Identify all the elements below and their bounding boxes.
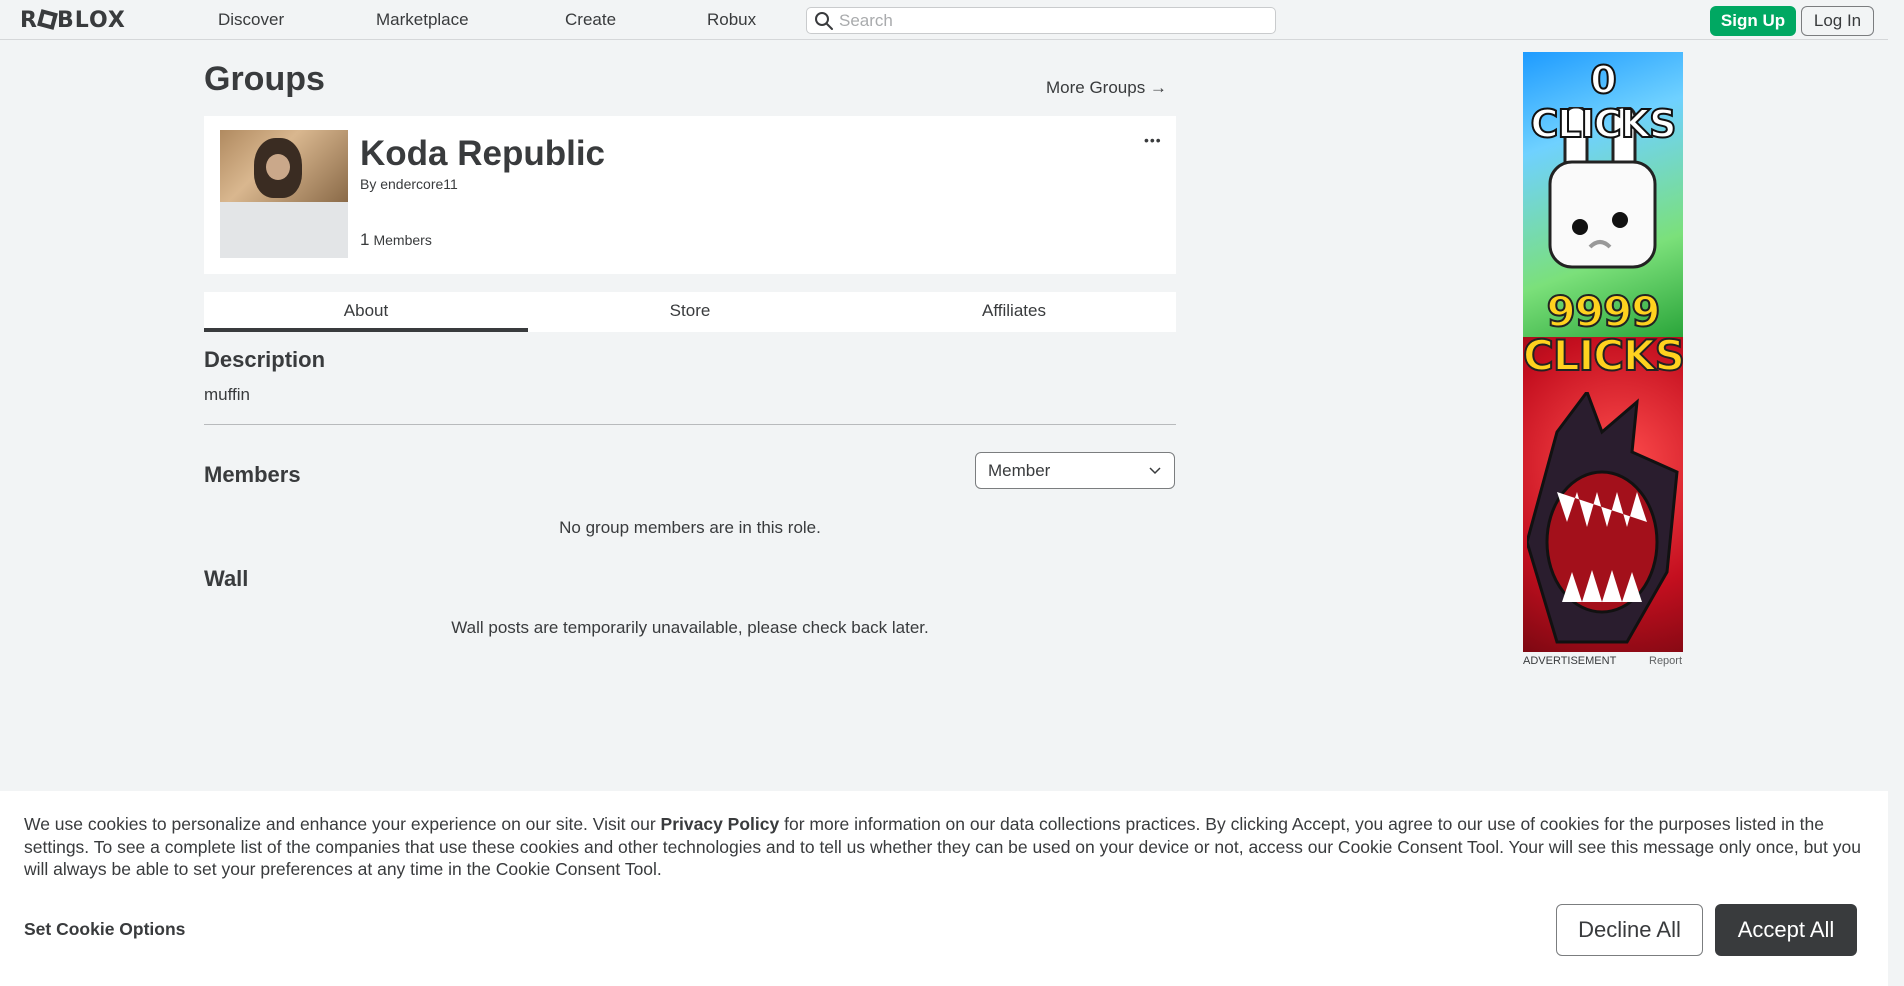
ad-headline-clicks: CLICKS <box>1523 331 1683 380</box>
role-dropdown-value: Member <box>988 461 1051 480</box>
group-tabs: About Store Affiliates <box>204 292 1176 332</box>
dragon-character-image <box>1527 392 1679 644</box>
group-emblem <box>220 130 348 258</box>
page-scrollbar[interactable] <box>1888 0 1904 986</box>
ad-headline-number: 9999 <box>1546 287 1662 336</box>
cookie-consent-banner: We use cookies to personalize and enhanc… <box>0 791 1888 986</box>
search-input[interactable] <box>839 10 1259 31</box>
member-count: 1 Members <box>360 230 432 250</box>
member-count-label: Members <box>373 232 432 248</box>
search-box[interactable] <box>806 7 1276 34</box>
ad-headline-top: 0 CLICKS <box>1530 57 1678 147</box>
advertisement-banner[interactable]: 0 CLICKS 9999 CLICKS <box>1523 52 1683 652</box>
set-cookie-options-link[interactable]: Set Cookie Options <box>24 919 185 940</box>
group-name: Koda Republic <box>360 134 606 173</box>
nav-link-create[interactable]: Create <box>565 10 616 30</box>
advertisement-label: ADVERTISEMENT <box>1523 655 1617 667</box>
group-owner-line: By endercore11 <box>360 176 458 192</box>
search-icon <box>815 12 833 30</box>
chevron-down-icon <box>1149 467 1161 475</box>
group-emblem-image <box>220 130 348 202</box>
cookie-text-before: We use cookies to personalize and enhanc… <box>24 814 661 834</box>
section-divider <box>204 424 1176 425</box>
description-heading: Description <box>204 347 326 372</box>
group-owner-link[interactable]: endercore11 <box>380 176 458 192</box>
top-navigation-bar: R BLOX Discover Marketplace Create Robux … <box>0 0 1904 40</box>
wall-message: Wall posts are temporarily unavailable, … <box>451 618 929 637</box>
nav-link-discover[interactable]: Discover <box>218 10 284 30</box>
more-groups-link[interactable]: More Groups → <box>1046 78 1167 98</box>
members-heading: Members <box>204 462 301 487</box>
ad-headline-mid: 9999 CLICKS <box>1523 287 1683 380</box>
accept-all-button[interactable]: Accept All <box>1715 904 1857 956</box>
roblox-logo[interactable]: R BLOX <box>20 8 126 33</box>
wall-heading: Wall <box>204 566 249 591</box>
page-title: Groups <box>204 60 325 98</box>
monkey-face-shape <box>266 154 290 180</box>
privacy-policy-link[interactable]: Privacy Policy <box>661 814 780 834</box>
tab-affiliates[interactable]: Affiliates <box>852 292 1176 332</box>
member-count-value: 1 <box>360 230 370 249</box>
log-in-button[interactable]: Log In <box>1801 6 1874 36</box>
nav-link-robux[interactable]: Robux <box>707 10 756 30</box>
nav-link-marketplace[interactable]: Marketplace <box>376 10 469 30</box>
sign-up-button[interactable]: Sign Up <box>1710 6 1796 36</box>
more-options-icon[interactable]: ••• <box>1144 132 1162 148</box>
decline-all-button[interactable]: Decline All <box>1556 904 1703 956</box>
cookie-consent-text: We use cookies to personalize and enhanc… <box>24 813 1874 881</box>
role-dropdown[interactable]: Member <box>975 452 1175 489</box>
description-text: muffin <box>204 385 250 404</box>
group-header-card: Koda Republic By endercore11 1 Members ••… <box>204 116 1176 274</box>
tab-store[interactable]: Store <box>528 292 852 332</box>
by-prefix: By <box>360 176 377 192</box>
ad-report-link[interactable]: Report <box>1649 655 1682 667</box>
logo-tilted-o-icon <box>37 9 58 30</box>
no-members-message: No group members are in this role. <box>559 518 821 537</box>
tab-about[interactable]: About <box>204 292 528 332</box>
